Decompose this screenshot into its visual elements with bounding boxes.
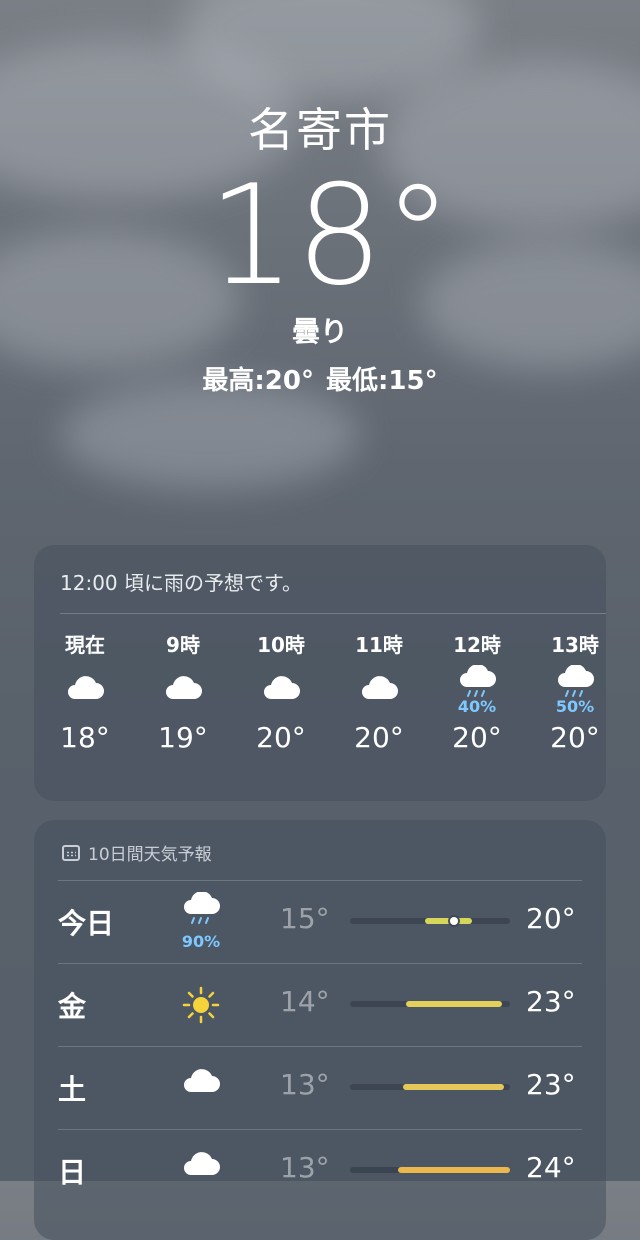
high-temp: 24° bbox=[526, 1151, 576, 1184]
sun-icon bbox=[182, 986, 220, 1024]
precip-chance: 40% bbox=[457, 697, 497, 716]
cloud-icon bbox=[264, 676, 300, 699]
hour-label: 10時 bbox=[257, 633, 305, 657]
hourly-scroll-list[interactable]: 現在 18° 9時 19° 10時 20° 11時 20° 12時 40% 20° 13時 50% 20° bbox=[34, 631, 606, 754]
low-temp: 13° bbox=[280, 1068, 330, 1101]
temperature-range-bar bbox=[350, 917, 510, 925]
cloud-icon bbox=[68, 676, 104, 699]
weather-condition: 曇り bbox=[291, 315, 348, 348]
city-name: 名寄市 bbox=[248, 103, 392, 157]
cloud-icon bbox=[184, 1069, 220, 1092]
high-temp: 20° bbox=[526, 902, 576, 935]
hourly-forecast-card[interactable]: 12:00 頃に雨の予想です。 現在 18° 9時 19° 10時 20° 11時 20° 12… bbox=[34, 545, 606, 801]
temperature-range-fill bbox=[402, 1084, 504, 1090]
hour-temperature: 19° bbox=[158, 721, 208, 754]
forecast-summary: 12:00 頃に雨の予想です。 bbox=[60, 571, 302, 595]
hour-label: 9時 bbox=[166, 633, 200, 657]
low-temp: 13° bbox=[280, 1151, 330, 1184]
hour-temperature: 20° bbox=[550, 721, 600, 754]
hour-label: 現在 bbox=[65, 633, 105, 657]
day-label: 日 bbox=[58, 1156, 87, 1189]
day-row[interactable]: 土 13° 23° bbox=[34, 1046, 606, 1128]
hour-label: 12時 bbox=[453, 633, 501, 657]
hour-item: 11時 20° bbox=[330, 631, 428, 754]
high-temp: 23° bbox=[526, 985, 576, 1018]
current-weather-header: 名寄市 18° 曇り 最高:20° 最低:15° bbox=[0, 100, 640, 398]
cloud-rain-icon bbox=[558, 664, 594, 697]
hour-item: 現在 18° bbox=[36, 631, 134, 754]
cloud-icon bbox=[184, 1152, 220, 1175]
calendar-icon bbox=[62, 844, 80, 861]
hour-item: 12時 40% 20° bbox=[428, 631, 526, 754]
hour-label: 13時 bbox=[551, 633, 599, 657]
temperature-range-bar bbox=[350, 1167, 510, 1173]
day-row[interactable]: 金 14° 23° bbox=[34, 963, 606, 1045]
temperature-range-bar bbox=[350, 1084, 510, 1090]
temperature-range-fill bbox=[425, 918, 472, 924]
temperature-range-fill bbox=[398, 1167, 510, 1173]
day-label: 土 bbox=[58, 1073, 87, 1106]
cloud-icon bbox=[166, 676, 202, 699]
divider bbox=[60, 613, 606, 614]
day-row[interactable]: 日 13° 24° bbox=[34, 1129, 606, 1211]
current-temperature: 18° bbox=[207, 155, 453, 316]
cloud-rain-icon bbox=[184, 891, 220, 924]
hour-temperature: 20° bbox=[256, 721, 306, 754]
current-temp-dot bbox=[450, 917, 458, 925]
day-row[interactable]: 今日 90% 15° 20° bbox=[34, 880, 606, 962]
temperature-range-fill bbox=[406, 1001, 502, 1007]
precip-chance: 50% bbox=[555, 697, 595, 716]
cloud-rain-icon bbox=[460, 664, 496, 697]
hour-label: 11時 bbox=[355, 633, 403, 657]
hour-temperature: 18° bbox=[60, 721, 110, 754]
precip-chance: 90% bbox=[181, 932, 221, 951]
hour-temperature: 20° bbox=[354, 721, 404, 754]
low-temp: 15° bbox=[280, 902, 330, 935]
ten-day-header: 10日間天気予報 bbox=[62, 840, 212, 865]
cloud-icon bbox=[362, 676, 398, 699]
hour-temperature: 20° bbox=[452, 721, 502, 754]
temperature-range-bar bbox=[350, 1001, 510, 1007]
high-low: 最高:20° 最低:15° bbox=[0, 364, 640, 398]
day-label: 金 bbox=[58, 990, 87, 1023]
hour-item: 10時 20° bbox=[232, 631, 330, 754]
ten-day-title: 10日間天気予報 bbox=[88, 845, 212, 865]
high-temp: 23° bbox=[526, 1068, 576, 1101]
day-label: 今日 bbox=[58, 907, 115, 940]
ten-day-forecast-card[interactable]: 10日間天気予報 今日 90% 15° 20° 金 14° 23° 土 13° 23° 日 13° 24… bbox=[34, 820, 606, 1240]
hour-item: 13時 50% 20° bbox=[526, 631, 606, 754]
low-temperature: 最低:15° bbox=[326, 366, 438, 396]
high-temperature: 最高:20° bbox=[202, 366, 314, 396]
low-temp: 14° bbox=[280, 985, 330, 1018]
hour-item: 9時 19° bbox=[134, 631, 232, 754]
